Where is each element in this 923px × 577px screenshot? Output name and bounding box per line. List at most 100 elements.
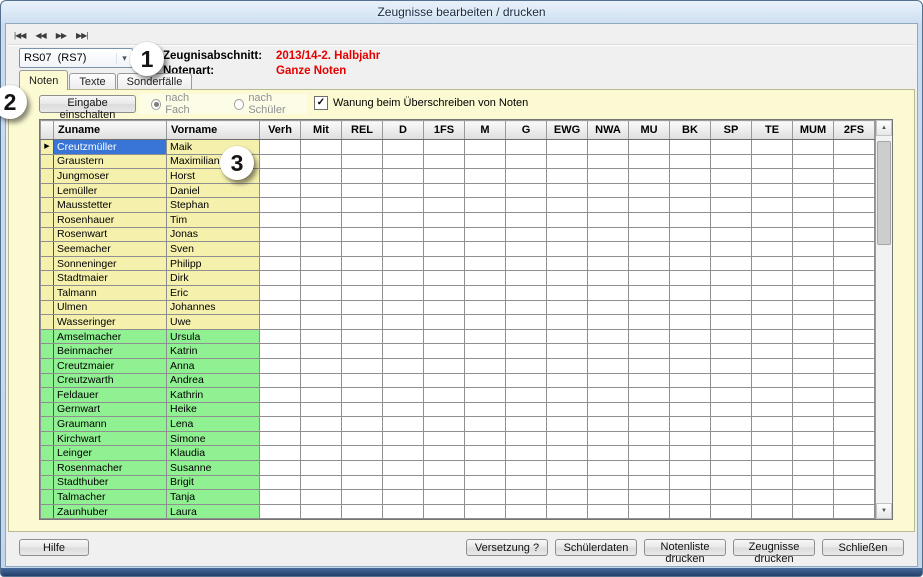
cell-grade[interactable] bbox=[547, 490, 588, 505]
cell-grade[interactable] bbox=[588, 256, 629, 271]
cell-grade[interactable] bbox=[465, 461, 506, 476]
cell-zuname[interactable]: Ulmen bbox=[54, 300, 167, 315]
cell-vorname[interactable]: Daniel bbox=[167, 183, 260, 198]
cell-grade[interactable] bbox=[793, 431, 834, 446]
next-record-button[interactable]: ▶▶ bbox=[54, 30, 68, 41]
cell-vorname[interactable]: Anna bbox=[167, 358, 260, 373]
cell-grade[interactable] bbox=[465, 212, 506, 227]
cell-zuname[interactable]: Gernwart bbox=[54, 402, 167, 417]
cell-grade[interactable] bbox=[588, 271, 629, 286]
scroll-down-button[interactable]: ▼ bbox=[876, 503, 892, 519]
cell-grade[interactable] bbox=[752, 140, 793, 155]
cell-grade[interactable] bbox=[711, 285, 752, 300]
cell-grade[interactable] bbox=[465, 504, 506, 519]
cell-grade[interactable] bbox=[670, 140, 711, 155]
cell-vorname[interactable]: Susanne bbox=[167, 461, 260, 476]
cell-grade[interactable] bbox=[793, 227, 834, 242]
cell-grade[interactable] bbox=[793, 475, 834, 490]
cell-grade[interactable] bbox=[465, 198, 506, 213]
cell-grade[interactable] bbox=[260, 461, 301, 476]
cell-grade[interactable] bbox=[629, 461, 670, 476]
cell-zuname[interactable]: Lemüller bbox=[54, 183, 167, 198]
hilfe-button[interactable]: Hilfe bbox=[19, 539, 89, 556]
cell-grade[interactable] bbox=[260, 373, 301, 388]
cell-grade[interactable] bbox=[588, 388, 629, 403]
cell-vorname[interactable]: Sven bbox=[167, 242, 260, 257]
warning-checkbox[interactable]: ✓ Wanung beim Überschreiben von Noten bbox=[314, 96, 528, 110]
cell-grade[interactable] bbox=[547, 315, 588, 330]
cell-grade[interactable] bbox=[424, 212, 465, 227]
cell-grade[interactable] bbox=[752, 256, 793, 271]
cell-grade[interactable] bbox=[342, 300, 383, 315]
cell-grade[interactable] bbox=[834, 431, 875, 446]
cell-grade[interactable] bbox=[301, 402, 342, 417]
cell-grade[interactable] bbox=[670, 242, 711, 257]
cell-grade[interactable] bbox=[301, 358, 342, 373]
cell-zuname[interactable]: Rosenmacher bbox=[54, 461, 167, 476]
cell-grade[interactable] bbox=[588, 431, 629, 446]
cell-grade[interactable] bbox=[383, 300, 424, 315]
cell-grade[interactable] bbox=[383, 242, 424, 257]
cell-zuname[interactable]: Kirchwart bbox=[54, 431, 167, 446]
cell-grade[interactable] bbox=[711, 504, 752, 519]
cell-grade[interactable] bbox=[301, 373, 342, 388]
cell-grade[interactable] bbox=[465, 402, 506, 417]
previous-record-button[interactable]: ◀◀ bbox=[33, 30, 47, 41]
cell-grade[interactable] bbox=[711, 227, 752, 242]
cell-zuname[interactable]: Graustern bbox=[54, 154, 167, 169]
tab-texte[interactable]: Texte bbox=[69, 73, 115, 90]
cell-grade[interactable] bbox=[670, 373, 711, 388]
cell-grade[interactable] bbox=[301, 490, 342, 505]
cell-grade[interactable] bbox=[629, 227, 670, 242]
cell-grade[interactable] bbox=[383, 285, 424, 300]
cell-zuname[interactable]: Talmacher bbox=[54, 490, 167, 505]
cell-grade[interactable] bbox=[670, 271, 711, 286]
cell-grade[interactable] bbox=[752, 300, 793, 315]
cell-grade[interactable] bbox=[588, 504, 629, 519]
cell-grade[interactable] bbox=[301, 183, 342, 198]
cell-grade[interactable] bbox=[752, 388, 793, 403]
cell-grade[interactable] bbox=[752, 198, 793, 213]
cell-grade[interactable] bbox=[834, 315, 875, 330]
cell-grade[interactable] bbox=[506, 198, 547, 213]
cell-grade[interactable] bbox=[752, 183, 793, 198]
cell-grade[interactable] bbox=[834, 300, 875, 315]
cell-grade[interactable] bbox=[670, 212, 711, 227]
cell-grade[interactable] bbox=[547, 475, 588, 490]
cell-grade[interactable] bbox=[342, 358, 383, 373]
cell-grade[interactable] bbox=[342, 388, 383, 403]
eingabe-einschalten-button[interactable]: Eingabe einschalten bbox=[39, 95, 136, 113]
cell-grade[interactable] bbox=[834, 285, 875, 300]
cell-zuname[interactable]: Creutzmaier bbox=[54, 358, 167, 373]
cell-grade[interactable] bbox=[342, 373, 383, 388]
cell-grade[interactable] bbox=[752, 242, 793, 257]
cell-grade[interactable] bbox=[793, 256, 834, 271]
cell-grade[interactable] bbox=[670, 358, 711, 373]
cell-grade[interactable] bbox=[547, 329, 588, 344]
cell-vorname[interactable]: Dirk bbox=[167, 271, 260, 286]
cell-grade[interactable] bbox=[629, 504, 670, 519]
cell-grade[interactable] bbox=[465, 475, 506, 490]
cell-grade[interactable] bbox=[793, 271, 834, 286]
cell-grade[interactable] bbox=[465, 431, 506, 446]
cell-grade[interactable] bbox=[588, 417, 629, 432]
cell-grade[interactable] bbox=[301, 300, 342, 315]
cell-grade[interactable] bbox=[670, 227, 711, 242]
cell-grade[interactable] bbox=[752, 446, 793, 461]
cell-vorname[interactable]: Klaudia bbox=[167, 446, 260, 461]
cell-grade[interactable] bbox=[260, 344, 301, 359]
cell-grade[interactable] bbox=[301, 271, 342, 286]
cell-grade[interactable] bbox=[629, 417, 670, 432]
cell-grade[interactable] bbox=[629, 358, 670, 373]
cell-grade[interactable] bbox=[547, 402, 588, 417]
cell-grade[interactable] bbox=[670, 256, 711, 271]
cell-grade[interactable] bbox=[301, 431, 342, 446]
cell-grade[interactable] bbox=[383, 490, 424, 505]
cell-grade[interactable] bbox=[752, 431, 793, 446]
cell-grade[interactable] bbox=[588, 461, 629, 476]
cell-grade[interactable] bbox=[260, 183, 301, 198]
cell-grade[interactable] bbox=[342, 344, 383, 359]
cell-grade[interactable] bbox=[383, 475, 424, 490]
cell-grade[interactable] bbox=[588, 242, 629, 257]
cell-grade[interactable] bbox=[588, 285, 629, 300]
